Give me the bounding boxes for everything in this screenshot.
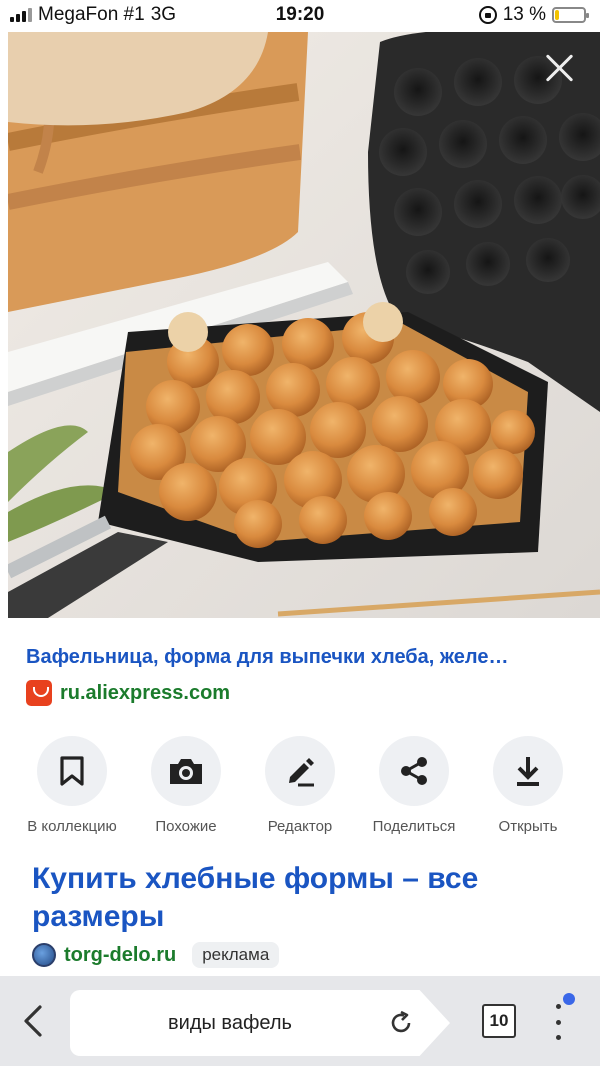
open-button[interactable]: Открыть	[472, 736, 584, 835]
action-circle[interactable]	[493, 736, 563, 806]
editor-button[interactable]: Редактор	[244, 736, 356, 835]
battery-icon	[552, 7, 589, 23]
result-title-link[interactable]: Вафельница, форма для выпечки хлеба, жел…	[26, 646, 586, 669]
ad-domain[interactable]: torg-delo.ru	[64, 944, 176, 967]
status-right: 13 %	[478, 4, 589, 26]
share-icon	[401, 757, 427, 785]
result-source-domain[interactable]: ru.aliexpress.com	[60, 682, 230, 705]
bookmark-icon	[60, 756, 84, 786]
add-to-collection-button[interactable]: В коллекцию	[16, 736, 128, 835]
action-circle[interactable]	[265, 736, 335, 806]
status-bar: MegaFon #1 3G 19:20 13 %	[0, 0, 600, 32]
action-label: Открыть	[498, 818, 558, 835]
action-circle[interactable]	[37, 736, 107, 806]
browser-bottom-bar: виды вафель 10	[0, 976, 600, 1066]
action-label: В коллекцию	[27, 818, 117, 835]
site-favicon-icon	[32, 943, 56, 967]
waffle-maker-photo	[8, 32, 600, 618]
address-bar-text[interactable]: виды вафель	[70, 1012, 390, 1035]
aliexpress-logo-icon	[26, 680, 52, 706]
ad-badge: реклама	[192, 942, 280, 968]
tabs-count-button[interactable]: 10	[482, 1004, 516, 1038]
action-circle[interactable]	[379, 736, 449, 806]
result-image[interactable]	[8, 32, 600, 618]
action-label: Поделиться	[372, 818, 456, 835]
ad-title-link[interactable]: Купить хлебные формы – все размеры	[32, 860, 512, 936]
battery-percent: 13 %	[502, 4, 546, 25]
result-source[interactable]: ru.aliexpress.com	[26, 680, 230, 706]
camera-search-icon	[170, 759, 202, 784]
pencil-icon	[289, 758, 314, 787]
battery-level	[555, 10, 559, 20]
ad-source[interactable]: torg-delo.ru реклама	[32, 942, 280, 968]
reload-icon[interactable]	[388, 1010, 414, 1036]
download-icon	[517, 757, 539, 786]
back-arrow-icon[interactable]	[18, 1004, 48, 1038]
action-label: Редактор	[267, 818, 333, 835]
more-menu-icon[interactable]	[548, 1004, 568, 1040]
rotation-lock-icon	[478, 6, 497, 24]
image-actions: В коллекцию Похожие Редактор Поделиться …	[16, 736, 584, 835]
action-label: Похожие	[155, 818, 217, 835]
similar-images-button[interactable]: Похожие	[130, 736, 242, 835]
share-button[interactable]: Поделиться	[358, 736, 470, 835]
notification-dot	[563, 993, 575, 1005]
action-circle[interactable]	[151, 736, 221, 806]
close-icon[interactable]	[544, 52, 576, 84]
address-bar[interactable]: виды вафель	[70, 990, 450, 1056]
